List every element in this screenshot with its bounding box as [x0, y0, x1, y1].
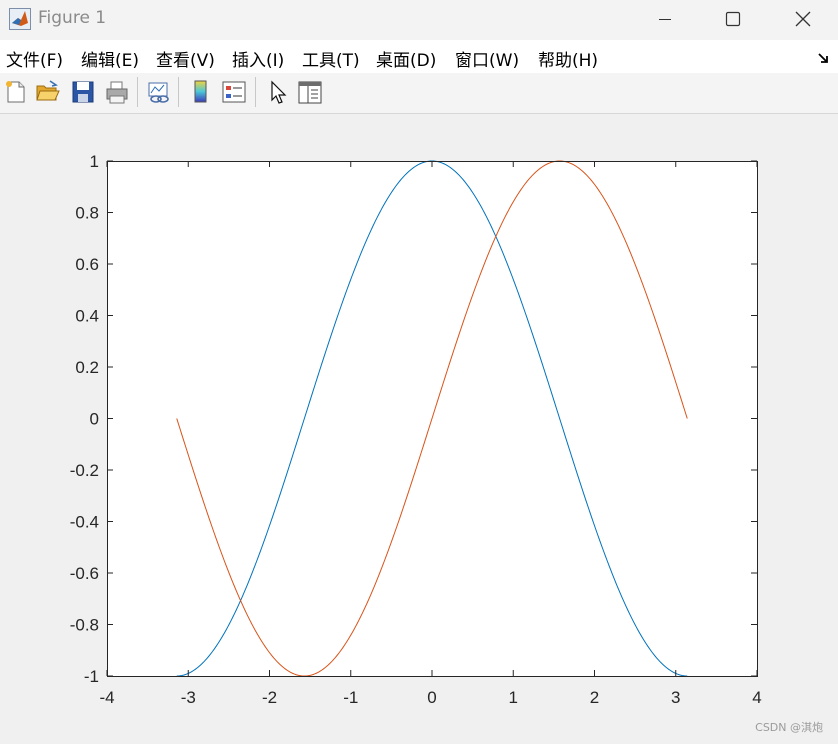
- x-tick-label: -2: [262, 688, 277, 707]
- y-tick-label: 0.4: [75, 307, 99, 326]
- x-tick-label: 4: [752, 688, 761, 707]
- figure-plot: -4 -3 -2 -1 0 1 2 3 4 -1 -0.8 -0.6 -0.4 -0.2 0 0.2 0.4 0.…: [70, 152, 762, 707]
- x-tick-label: 0: [427, 688, 436, 707]
- y-tick-label: -0.8: [70, 616, 99, 635]
- x-tick-label: -1: [343, 688, 358, 707]
- y-tick-label: -0.2: [70, 461, 99, 480]
- x-tick-label: 3: [671, 688, 680, 707]
- y-tick-label: -1: [84, 667, 99, 686]
- x-tick-label: -4: [99, 688, 114, 707]
- y-tick-label: 0: [90, 410, 99, 429]
- x-tick-label: 1: [509, 688, 518, 707]
- y-tick-label: 0.8: [75, 204, 99, 223]
- y-tick-label: 0.2: [75, 358, 99, 377]
- watermark: CSDN @淇炮: [755, 721, 823, 734]
- y-tick-label: 1: [90, 152, 99, 171]
- y-tick-label: -0.4: [70, 513, 99, 532]
- y-tick-label: -0.6: [70, 564, 99, 583]
- x-tick-label: 2: [590, 688, 599, 707]
- y-tick-label: 0.6: [75, 255, 99, 274]
- x-tick-label: -3: [181, 688, 196, 707]
